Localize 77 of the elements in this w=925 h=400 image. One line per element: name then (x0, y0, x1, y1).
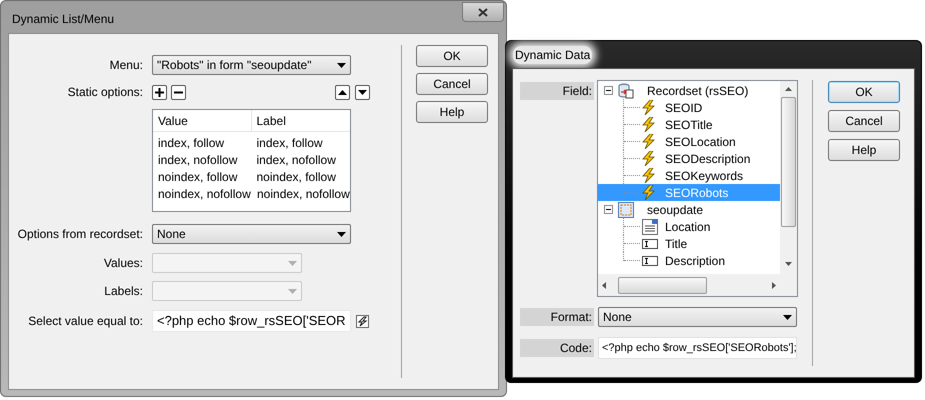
move-up-button[interactable] (335, 84, 350, 100)
lightning-icon[interactable] (356, 314, 369, 328)
form-icon (618, 202, 634, 218)
horizontal-scrollbar[interactable] (598, 274, 780, 296)
lightning-icon (642, 185, 656, 200)
menu-dropdown[interactable]: "Robots" in form "seoupdate" (152, 55, 351, 75)
field-label: Format: (520, 308, 594, 326)
close-icon (478, 8, 488, 16)
field-label: Labels: (103, 283, 143, 300)
table-cell-text: index, follow (256, 135, 324, 152)
table-cell-text: noindex, nofollow (157, 186, 252, 203)
scroll-thumb[interactable] (618, 276, 707, 294)
text-field-icon (642, 238, 658, 248)
collapse-icon[interactable] (604, 205, 613, 214)
dialog-button[interactable]: Cancel (416, 73, 488, 95)
dialog-button[interactable]: OK (828, 81, 900, 103)
table-cell-text: noindex, follow (157, 169, 238, 186)
remove-option-button[interactable] (171, 84, 186, 100)
add-option-button[interactable] (152, 84, 167, 100)
lightning-icon (642, 168, 656, 183)
scroll-down-icon[interactable] (785, 262, 792, 266)
tree-item[interactable]: Title (598, 235, 780, 252)
format-dropdown[interactable]: None (598, 307, 797, 327)
lightning-icon (642, 151, 656, 166)
field-label: Values: (102, 255, 143, 272)
column-header[interactable]: Label (252, 110, 350, 131)
dialog-button[interactable]: Help (416, 101, 488, 123)
close-button[interactable] (462, 2, 504, 22)
column-header[interactable]: Value (153, 110, 252, 131)
field-label: Field: (520, 82, 594, 100)
table-cell-text: noindex, follow (256, 169, 337, 186)
field-label: Static options: (66, 84, 143, 101)
tree-item[interactable]: Description (598, 252, 780, 269)
database-icon (618, 82, 634, 98)
triangle-up-icon (338, 90, 347, 94)
select-value-field[interactable]: <?php echo $row_rsSEO['SEOR (152, 310, 351, 332)
scroll-right-icon[interactable] (772, 282, 776, 288)
table-cell-text: index, nofollow (157, 152, 238, 169)
field-label: Menu: (108, 57, 143, 74)
table-cell-text: noindex, nofollow (256, 186, 351, 203)
caret-icon (783, 314, 792, 320)
triangle-down-icon (358, 90, 367, 94)
caret-icon (337, 62, 346, 68)
dialog-button[interactable]: OK (416, 45, 488, 67)
tree-item[interactable]: SEOTitle (598, 116, 780, 133)
scroll-left-icon[interactable] (602, 282, 606, 288)
tree-item[interactable]: seoupdate (598, 201, 780, 218)
dialog-button[interactable]: Help (828, 139, 900, 161)
collapse-icon[interactable] (604, 86, 613, 95)
lightning-icon (642, 117, 656, 132)
move-down-button[interactable] (355, 84, 370, 100)
lightning-icon (642, 100, 656, 115)
tree-item[interactable]: SEODescription (598, 150, 780, 167)
vertical-scrollbar[interactable] (780, 81, 797, 296)
text-field-icon (642, 256, 658, 266)
list-icon (642, 218, 658, 234)
field-label: Options from recordset: (16, 226, 143, 243)
caret-icon (288, 288, 297, 294)
lightning-icon (642, 134, 656, 149)
tree-item[interactable]: Location (598, 218, 780, 235)
scroll-thumb[interactable] (781, 97, 796, 227)
caret-icon (337, 232, 346, 236)
scroll-up-icon[interactable] (785, 87, 792, 91)
tree-item[interactable]: SEOID (598, 99, 780, 116)
window-title: Dynamic List/Menu (12, 11, 114, 28)
caret-icon (288, 260, 297, 266)
table-cell-text: index, follow (157, 135, 226, 152)
field-label: Select value equal to: (27, 313, 143, 330)
window-title: Dynamic Data (513, 46, 592, 64)
tree-item[interactable]: Recordset (rsSEO) (598, 82, 780, 99)
plus-icon (155, 88, 164, 96)
tree-item[interactable]: SEOLocation (598, 133, 780, 150)
code-field[interactable]: <?php echo $row_rsSEO['SEORobots']; (598, 337, 797, 359)
dialog-button[interactable]: Cancel (828, 110, 900, 132)
table-cell-text: index, nofollow (256, 152, 337, 169)
recordset-dropdown[interactable]: None (152, 224, 351, 244)
field-label: Code: (520, 339, 594, 357)
